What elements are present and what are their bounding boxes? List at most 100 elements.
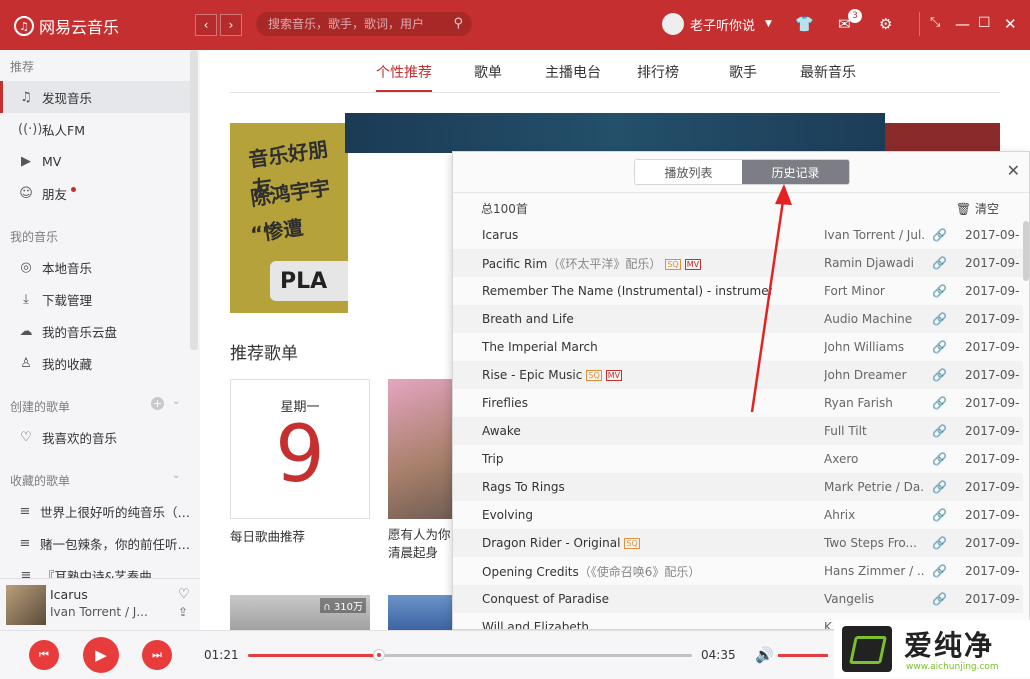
previous-button[interactable]: ⏮: [29, 640, 59, 670]
sidebar-item-collection[interactable]: ♙ 我的收藏: [0, 347, 190, 379]
tab-playlists[interactable]: 歌单: [474, 62, 502, 82]
chevron-down-icon[interactable]: ⌄: [172, 470, 180, 481]
tab-radio[interactable]: 主播电台: [545, 62, 601, 82]
panel-scrollbar[interactable]: [1023, 221, 1029, 281]
sidebar-item-playlist[interactable]: ≡ 赌一包辣条，你的前任听…: [0, 527, 190, 559]
sidebar-item-cloud[interactable]: ☁ 我的音乐云盘: [0, 315, 190, 347]
chevron-down-icon[interactable]: ⌄: [172, 396, 180, 407]
sidebar-item-discover[interactable]: ♫ 发现音乐: [0, 81, 190, 113]
tab-personal-recommend[interactable]: 个性推荐: [376, 62, 432, 82]
sidebar-item-playlist[interactable]: ≡ 『耳熟中诗&艺奏曲: [0, 559, 190, 579]
sidebar-item-playlist[interactable]: ≡ 世界上很好听的纯音乐（…: [0, 495, 190, 527]
user-menu[interactable]: 老子听你说 ▼: [662, 13, 772, 35]
source-link-icon[interactable]: 🔗: [932, 564, 947, 578]
daily-recommend-caption[interactable]: 每日歌曲推荐: [230, 526, 305, 545]
playlist-caption[interactable]: 愿有人为你清晨起身: [388, 526, 454, 562]
add-playlist-icon[interactable]: +: [151, 397, 164, 410]
share-icon[interactable]: ⇪: [178, 605, 188, 619]
source-link-icon[interactable]: 🔗: [932, 256, 947, 270]
sidebar-item-mv[interactable]: ▶ MV: [0, 145, 190, 177]
source-link-icon[interactable]: 🔗: [932, 368, 947, 382]
track-artist[interactable]: Ahrix: [824, 508, 924, 522]
table-row[interactable]: Trip Axero 🔗 2017-09-: [453, 445, 1023, 473]
mv-badge[interactable]: MV: [605, 370, 623, 381]
table-row[interactable]: Fireflies Ryan Farish 🔗 2017-09-: [453, 389, 1023, 417]
close-window-icon[interactable]: ✕: [1004, 15, 1017, 33]
tab-artists[interactable]: 歌手: [729, 62, 757, 82]
sidebar-scrollbar[interactable]: [190, 50, 198, 350]
source-link-icon[interactable]: 🔗: [932, 452, 947, 466]
progress-bar[interactable]: [248, 649, 692, 661]
banner-image-right[interactable]: [885, 123, 1000, 153]
track-artist[interactable]: John Dreamer: [824, 368, 924, 382]
settings-gear-icon[interactable]: ⚙: [879, 15, 892, 33]
mini-mode-icon[interactable]: ⤡: [930, 15, 940, 30]
table-row[interactable]: Dragon Rider - Original SQ Two Steps Fro..…: [453, 529, 1023, 557]
table-row[interactable]: Conquest of Paradise Vangelis 🔗 2017-09-: [453, 585, 1023, 613]
source-link-icon[interactable]: 🔗: [932, 592, 947, 606]
source-link-icon[interactable]: 🔗: [932, 536, 947, 550]
track-artist[interactable]: Vangelis: [824, 592, 924, 606]
source-link-icon[interactable]: 🔗: [932, 508, 947, 522]
source-link-icon[interactable]: 🔗: [932, 424, 947, 438]
mv-badge[interactable]: MV: [684, 258, 702, 270]
track-artist[interactable]: Full Tilt: [824, 424, 924, 438]
table-row[interactable]: Rags To Rings Mark Petrie / Da... 🔗 2017-09…: [453, 473, 1023, 501]
source-link-icon[interactable]: 🔗: [932, 284, 947, 298]
banner-image-left[interactable]: 音乐好朋友 陈鸿宇宇 “惨遭 PLA: [230, 123, 348, 313]
skin-tshirt-icon[interactable]: 👕: [795, 15, 814, 33]
clear-history-button[interactable]: 🗑 清空: [956, 200, 999, 217]
source-link-icon[interactable]: 🔗: [932, 312, 947, 326]
playlist-cover[interactable]: [388, 595, 458, 635]
table-row[interactable]: The Imperial March John Williams 🔗 2017-09-: [453, 333, 1023, 361]
daily-recommend-card[interactable]: 星期一 9: [230, 379, 370, 519]
app-logo[interactable]: ♫ 网易云音乐: [14, 14, 119, 38]
track-artist[interactable]: Ivan Torrent / Jul...: [824, 228, 924, 242]
heart-icon[interactable]: ♡: [178, 587, 190, 602]
tab-charts[interactable]: 排行榜: [637, 62, 679, 82]
table-row[interactable]: Breath and Life Audio Machine 🔗 2017-09-: [453, 305, 1023, 333]
playlist-cover[interactable]: [388, 379, 458, 519]
track-artist[interactable]: Two Steps Fro...: [824, 536, 924, 550]
source-link-icon[interactable]: 🔗: [932, 396, 947, 410]
album-cover[interactable]: [6, 585, 46, 625]
sidebar-item-local-music[interactable]: ◎ 本地音乐: [0, 251, 190, 283]
volume-slider[interactable]: [778, 654, 828, 657]
table-row[interactable]: Icarus Ivan Torrent / Jul... 🔗 2017-09-: [453, 221, 1023, 249]
table-row[interactable]: Awake Full Tilt 🔗 2017-09-: [453, 417, 1023, 445]
table-row[interactable]: Pacific Rim（《环太平洋》配乐） SQ MV Ramin Djawadi 🔗 2…: [453, 249, 1023, 277]
sidebar-item-friends[interactable]: ☺ 朋友: [0, 177, 190, 209]
table-row[interactable]: Rise - Epic Music SQ MV John Dreamer 🔗 2017-0…: [453, 361, 1023, 389]
tab-new-music[interactable]: 最新音乐: [800, 62, 856, 82]
volume-icon[interactable]: 🔊: [755, 646, 774, 664]
now-playing-mini[interactable]: Icarus Ivan Torrent / J... ♡ ⇪: [0, 578, 201, 631]
minimize-icon[interactable]: —: [955, 15, 970, 33]
source-link-icon[interactable]: 🔗: [932, 340, 947, 354]
table-row[interactable]: Remember The Name (Instrumental) - instr…: [453, 277, 1023, 305]
playlist-cover[interactable]: ∩ 310万: [230, 595, 370, 635]
forward-button[interactable]: ›: [220, 14, 242, 36]
sidebar-item-liked[interactable]: ♡ 我喜欢的音乐: [0, 421, 190, 453]
track-artist[interactable]: Ryan Farish: [824, 396, 924, 410]
track-artist[interactable]: Audio Machine: [824, 312, 924, 326]
search-input[interactable]: [266, 16, 444, 32]
search-icon[interactable]: ⚲: [453, 16, 463, 31]
table-row[interactable]: Opening Credits（《使命召唤6》配乐） Hans Zimmer / …: [453, 557, 1023, 585]
tab-play-queue[interactable]: 播放列表: [635, 160, 742, 184]
track-artist[interactable]: Ramin Djawadi: [824, 256, 924, 270]
maximize-icon[interactable]: ☐: [978, 15, 991, 31]
track-artist[interactable]: Mark Petrie / Da...: [824, 480, 924, 494]
track-artist[interactable]: Fort Minor: [824, 284, 924, 298]
next-button[interactable]: ⏭: [142, 640, 172, 670]
table-row[interactable]: Evolving Ahrix 🔗 2017-09-: [453, 501, 1023, 529]
close-panel-icon[interactable]: ✕: [1007, 161, 1020, 180]
source-link-icon[interactable]: 🔗: [932, 480, 947, 494]
progress-knob[interactable]: [372, 649, 385, 661]
track-artist[interactable]: Axero: [824, 452, 924, 466]
back-button[interactable]: ‹: [195, 14, 217, 36]
now-playing-artist[interactable]: Ivan Torrent / J...: [50, 605, 150, 619]
track-artist[interactable]: Hans Zimmer / ...: [824, 564, 924, 578]
source-link-icon[interactable]: 🔗: [932, 228, 947, 242]
banner-image-center[interactable]: [345, 113, 885, 153]
play-button[interactable]: ▶: [83, 637, 119, 673]
